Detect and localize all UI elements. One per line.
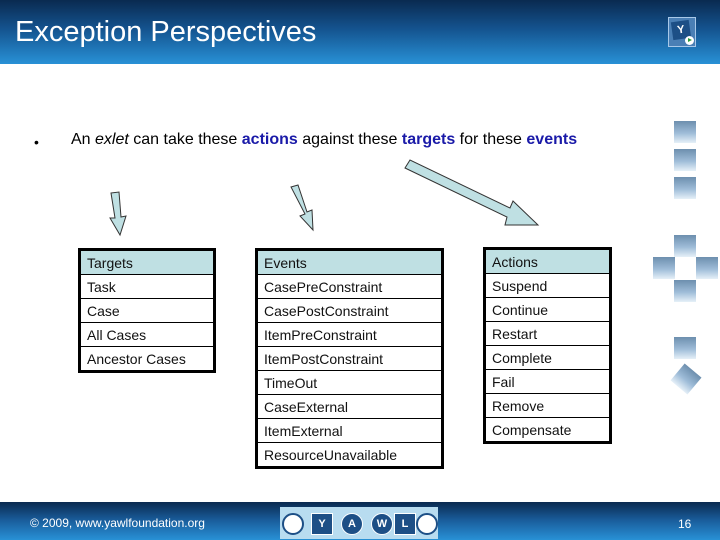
table-cell: Restart	[484, 321, 611, 346]
table-cell: Complete	[484, 345, 611, 370]
page-number: 16	[678, 517, 692, 531]
yawl-footer-logo: Y A W L	[280, 507, 438, 539]
logo-letter: Y	[311, 513, 333, 535]
start-condition-icon	[282, 513, 304, 535]
table-cell: Case	[79, 298, 215, 323]
table-cell: Remove	[484, 393, 611, 418]
footer-bar: © 2009, www.yawlfoundation.org Y A W L 1…	[0, 502, 720, 540]
title-bar: Exception Perspectives Y	[0, 0, 720, 64]
arrow-to-targets-icon	[109, 191, 127, 237]
exlet-term: exlet	[95, 131, 129, 148]
keyword-actions: actions	[241, 131, 298, 148]
table-cell: ItemPreConstraint	[256, 322, 443, 347]
table-cell: CasePreConstraint	[256, 274, 443, 299]
table-cell: CasePostConstraint	[256, 298, 443, 323]
decorative-square-icon	[670, 363, 702, 395]
table-cell: Ancestor Cases	[79, 346, 215, 372]
table-header: Targets	[79, 249, 215, 275]
bullet-marker: •	[34, 134, 39, 150]
table-header: Actions	[484, 248, 611, 274]
logo-letter: W	[371, 513, 393, 535]
text-segment: An	[71, 131, 96, 148]
yawl-logo-icon: Y	[668, 17, 696, 47]
bullet-text: An exlet can take these actions against …	[71, 130, 611, 150]
logo-letter: L	[394, 513, 416, 535]
decorative-square-icon	[653, 257, 675, 279]
decorative-square-icon	[696, 257, 718, 279]
decorative-square-icon	[674, 280, 696, 302]
events-table: Events CasePreConstraint CasePostConstra…	[255, 248, 444, 469]
end-condition-icon	[416, 513, 438, 535]
table-cell: All Cases	[79, 322, 215, 347]
play-icon	[685, 36, 694, 45]
table-cell: ResourceUnavailable	[256, 442, 443, 468]
table-header: Events	[256, 249, 443, 275]
table-cell: Suspend	[484, 273, 611, 298]
keyword-events: events	[526, 131, 578, 148]
text-segment: against these	[297, 131, 402, 148]
arrow-to-events-icon	[290, 184, 314, 232]
table-cell: CaseExternal	[256, 394, 443, 419]
decorative-square-icon	[674, 235, 696, 257]
copyright-text: © 2009, www.yawlfoundation.org	[30, 516, 205, 530]
table-cell: Task	[79, 274, 215, 299]
decorative-square-icon	[674, 149, 696, 171]
table-cell: Continue	[484, 297, 611, 322]
decorative-square-icon	[674, 337, 696, 359]
actions-table: Actions Suspend Continue Restart Complet…	[483, 247, 612, 444]
logo-letter: A	[341, 513, 363, 535]
targets-table: Targets Task Case All Cases Ancestor Cas…	[78, 248, 216, 373]
decorative-square-icon	[674, 121, 696, 143]
table-cell: ItemPostConstraint	[256, 346, 443, 371]
arrow-to-actions-icon	[404, 159, 540, 226]
table-cell: ItemExternal	[256, 418, 443, 443]
text-segment: can take these	[128, 131, 242, 148]
slide-title: Exception Perspectives	[15, 16, 317, 48]
table-cell: TimeOut	[256, 370, 443, 395]
decorative-square-icon	[674, 177, 696, 199]
keyword-targets: targets	[401, 131, 456, 148]
table-cell: Fail	[484, 369, 611, 394]
text-segment: for these	[455, 131, 527, 148]
table-cell: Compensate	[484, 417, 611, 443]
